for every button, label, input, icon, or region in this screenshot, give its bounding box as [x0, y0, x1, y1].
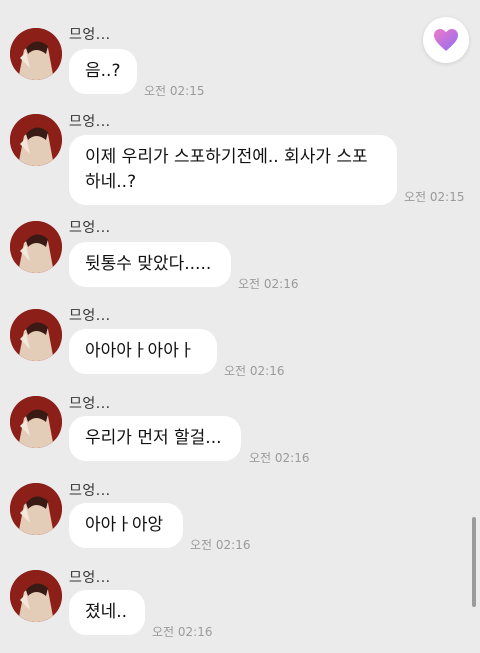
message-time: 오전 02:15	[144, 84, 205, 98]
sender-name: 므엉...	[69, 220, 111, 236]
scrollbar[interactable]	[472, 517, 476, 607]
message-bubble[interactable]: 이제 우리가 스포하기전에.. 회사가 스포 하네..?	[69, 135, 397, 205]
sender-name: 므엉...	[69, 114, 111, 130]
message-time: 오전 02:16	[238, 277, 299, 291]
message-time: 오전 02:16	[152, 625, 213, 639]
avatar[interactable]	[10, 396, 62, 448]
message-time: 오전 02:16	[249, 451, 310, 465]
avatar[interactable]	[10, 221, 62, 273]
avatar[interactable]	[10, 483, 62, 535]
message-bubble[interactable]: 뒷통수 맞았다.....	[69, 242, 231, 287]
heart-button[interactable]	[423, 17, 469, 63]
avatar[interactable]	[10, 570, 62, 622]
sender-name: 므엉...	[69, 483, 111, 499]
message-time: 오전 02:15	[404, 190, 465, 204]
sender-name: 므엉...	[69, 570, 111, 586]
avatar[interactable]	[10, 309, 62, 361]
message-bubble[interactable]: 졌네..	[69, 590, 145, 635]
sender-name: 므엉...	[69, 308, 111, 324]
heart-icon	[434, 29, 458, 51]
message-bubble[interactable]: 우리가 먼저 할걸...	[69, 416, 241, 461]
chat-view: 므엉... 음..? 오전 02:15 므엉... 이제 우리가 스포하기전에.…	[0, 0, 480, 653]
message-time: 오전 02:16	[224, 364, 285, 378]
avatar[interactable]	[10, 28, 62, 80]
message-bubble[interactable]: 아아아ㅏ아아ㅏ	[69, 329, 217, 374]
message-bubble[interactable]: 음..?	[69, 49, 137, 94]
sender-name: 므엉...	[69, 27, 111, 43]
sender-name: 므엉...	[69, 396, 111, 412]
message-bubble[interactable]: 아아ㅏ아앙	[69, 503, 183, 548]
message-time: 오전 02:16	[190, 538, 251, 552]
avatar[interactable]	[10, 114, 62, 166]
